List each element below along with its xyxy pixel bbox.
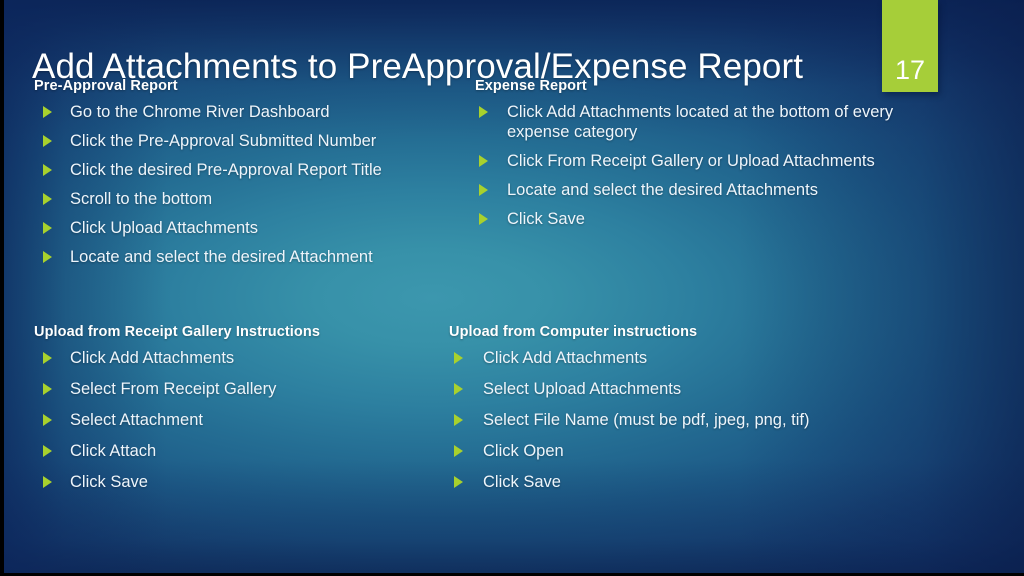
triangle-bullet-icon bbox=[43, 352, 52, 364]
list-item: Click Add Attachments bbox=[34, 348, 454, 368]
list-item: Click the Pre-Approval Submitted Number bbox=[34, 131, 454, 151]
triangle-bullet-icon bbox=[454, 414, 463, 426]
list-item: Locate and select the desired Attachment… bbox=[475, 180, 945, 200]
list-item-label: Select From Receipt Gallery bbox=[70, 380, 277, 398]
list-item: Locate and select the desired Attachment bbox=[34, 247, 454, 267]
section-heading-receipt-gallery-instructions: Upload from Receipt Gallery Instructions bbox=[34, 324, 320, 340]
list-item: Select Attachment bbox=[34, 410, 454, 430]
list-item: Click From Receipt Gallery or Upload Att… bbox=[475, 151, 945, 171]
triangle-bullet-icon bbox=[43, 476, 52, 488]
triangle-bullet-icon bbox=[43, 106, 52, 118]
section-heading-computer-upload-instructions: Upload from Computer instructions bbox=[449, 324, 698, 340]
bullet-list-computer-upload-instructions: Click Add Attachments Select Upload Atta… bbox=[449, 348, 929, 492]
triangle-bullet-icon bbox=[454, 352, 463, 364]
list-item-label: Click Save bbox=[70, 473, 148, 491]
list-item: Select Upload Attachments bbox=[449, 379, 929, 399]
list-item-label: Click Add Attachments bbox=[70, 349, 235, 367]
section-computer-upload-instructions: Upload from Computer instructions Click … bbox=[449, 322, 929, 503]
list-item-label: Scroll to the bottom bbox=[70, 190, 213, 208]
list-item: Click Add Attachments located at the bot… bbox=[475, 102, 945, 142]
triangle-bullet-icon bbox=[454, 383, 463, 395]
list-item-label: Go to the Chrome River Dashboard bbox=[70, 103, 330, 121]
triangle-bullet-icon bbox=[479, 106, 488, 118]
bullet-list-receipt-gallery-instructions: Click Add Attachments Select From Receip… bbox=[34, 348, 454, 492]
list-item-label: Click the desired Pre-Approval Report Ti… bbox=[70, 161, 382, 179]
list-item-label: Click the Pre-Approval Submitted Number bbox=[70, 132, 377, 150]
triangle-bullet-icon bbox=[43, 251, 52, 263]
section-heading-expense-report: Expense Report bbox=[475, 78, 587, 94]
triangle-bullet-icon bbox=[479, 155, 488, 167]
list-item: Select File Name (must be pdf, jpeg, png… bbox=[449, 410, 929, 430]
list-item-label: Click Save bbox=[507, 210, 585, 228]
list-item-label: Select Upload Attachments bbox=[483, 380, 682, 398]
section-heading-pre-approval-report: Pre-Approval Report bbox=[34, 78, 178, 94]
triangle-bullet-icon bbox=[43, 445, 52, 457]
list-item-label: Click Attach bbox=[70, 442, 157, 460]
list-item: Scroll to the bottom bbox=[34, 189, 454, 209]
triangle-bullet-icon bbox=[43, 135, 52, 147]
presentation-slide: Add Attachments to PreApproval/Expense R… bbox=[0, 0, 1024, 576]
list-item: Click Add Attachments bbox=[449, 348, 929, 368]
triangle-bullet-icon bbox=[43, 164, 52, 176]
list-item: Click the desired Pre-Approval Report Ti… bbox=[34, 160, 454, 180]
section-receipt-gallery-instructions: Upload from Receipt Gallery Instructions… bbox=[34, 322, 454, 503]
list-item: Click Attach bbox=[34, 441, 454, 461]
list-item: Click Save bbox=[34, 472, 454, 492]
list-item-label: Select File Name (must be pdf, jpeg, png… bbox=[483, 411, 810, 429]
list-item-label: Click Add Attachments bbox=[483, 349, 648, 367]
list-item-label: Click Open bbox=[483, 442, 564, 460]
section-pre-approval-report: Pre-Approval Report Go to the Chrome Riv… bbox=[34, 76, 454, 276]
triangle-bullet-icon bbox=[479, 184, 488, 196]
list-item-label: Click Save bbox=[483, 473, 561, 491]
section-expense-report: Expense Report Click Add Attachments loc… bbox=[475, 76, 945, 238]
triangle-bullet-icon bbox=[454, 445, 463, 457]
bullet-list-pre-approval-report: Go to the Chrome River Dashboard Click t… bbox=[34, 102, 454, 267]
list-item: Click Upload Attachments bbox=[34, 218, 454, 238]
list-item-label: Click From Receipt Gallery or Upload Att… bbox=[507, 152, 875, 170]
bullet-list-expense-report: Click Add Attachments located at the bot… bbox=[475, 102, 945, 229]
list-item-label: Locate and select the desired Attachment… bbox=[507, 181, 818, 199]
triangle-bullet-icon bbox=[43, 193, 52, 205]
triangle-bullet-icon bbox=[43, 414, 52, 426]
triangle-bullet-icon bbox=[43, 383, 52, 395]
list-item: Click Save bbox=[475, 209, 945, 229]
list-item-label: Click Upload Attachments bbox=[70, 219, 259, 237]
triangle-bullet-icon bbox=[454, 476, 463, 488]
list-item-label: Click Add Attachments located at the bot… bbox=[507, 103, 894, 141]
list-item-label: Locate and select the desired Attachment bbox=[70, 248, 373, 266]
list-item: Select From Receipt Gallery bbox=[34, 379, 454, 399]
triangle-bullet-icon bbox=[43, 222, 52, 234]
list-item: Click Open bbox=[449, 441, 929, 461]
list-item: Go to the Chrome River Dashboard bbox=[34, 102, 454, 122]
list-item: Click Save bbox=[449, 472, 929, 492]
triangle-bullet-icon bbox=[479, 213, 488, 225]
list-item-label: Select Attachment bbox=[70, 411, 203, 429]
